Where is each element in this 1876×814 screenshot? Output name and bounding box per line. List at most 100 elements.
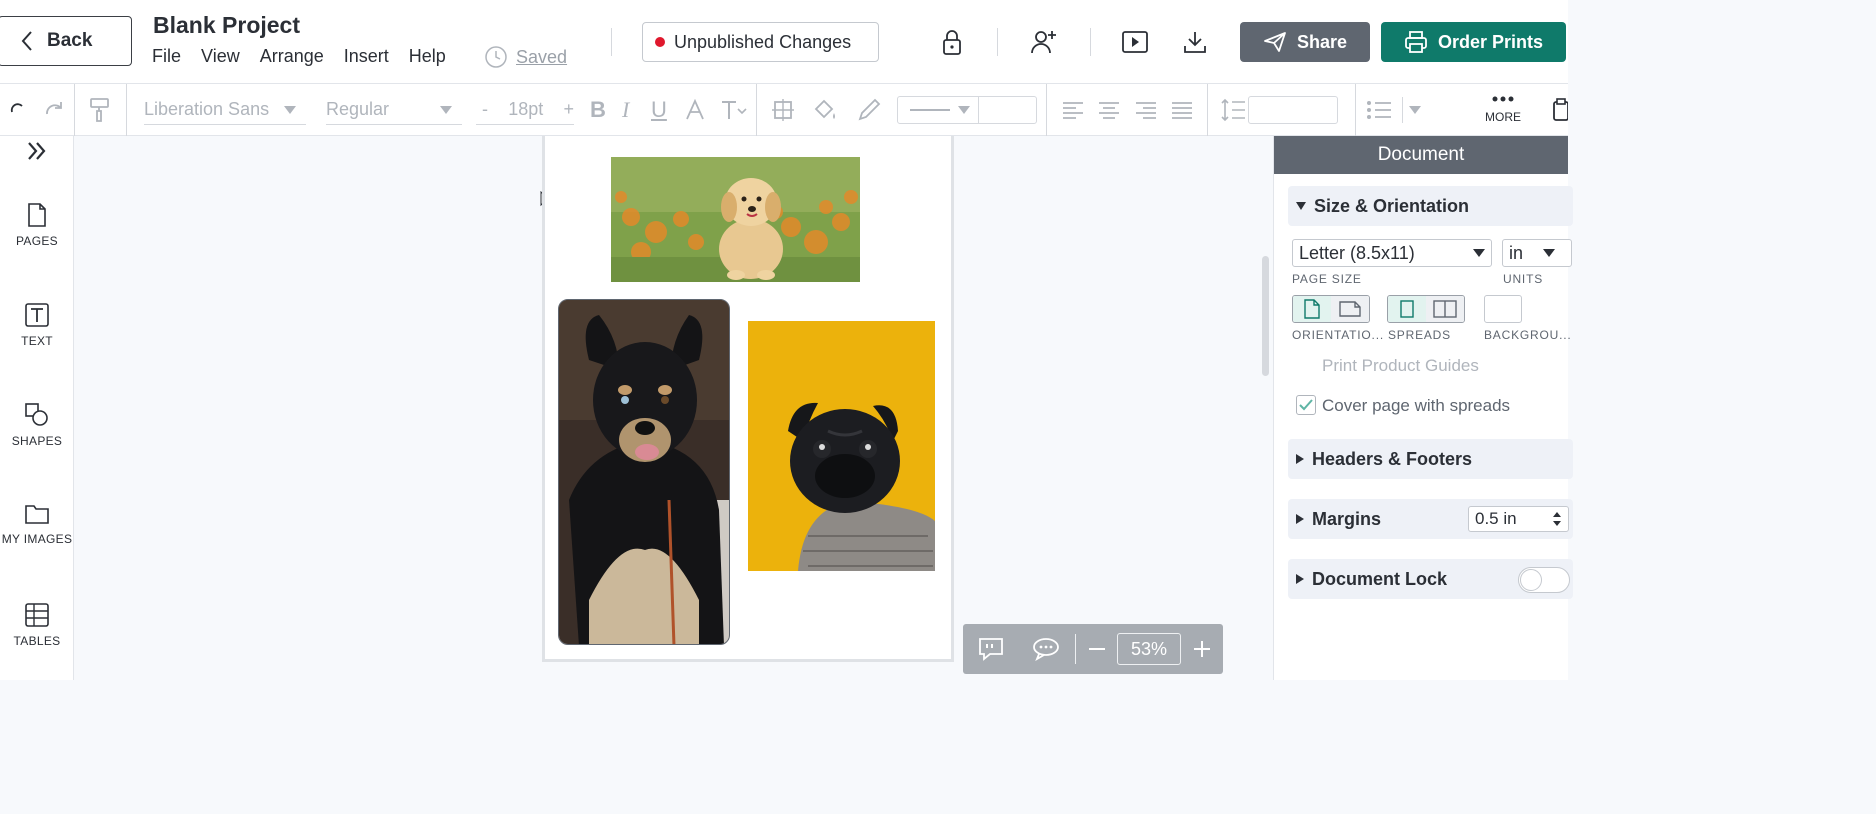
portrait-icon xyxy=(1304,299,1320,319)
cover-spreads-label: Cover page with spreads xyxy=(1322,396,1511,415)
underline-button[interactable]: U xyxy=(651,84,667,136)
line-height-icon[interactable] xyxy=(1220,84,1246,136)
project-title[interactable]: Blank Project xyxy=(153,12,300,39)
background-color-swatch[interactable] xyxy=(1484,295,1522,323)
font-weight-wrap: Regular xyxy=(326,84,462,136)
puppy-image[interactable] xyxy=(611,157,860,282)
font-size-value: 18pt xyxy=(508,99,544,119)
bullet-list-icon[interactable] xyxy=(1366,84,1392,136)
list-options-caret[interactable] xyxy=(1402,84,1421,136)
landscape-option[interactable] xyxy=(1331,296,1369,322)
line-height-input[interactable] xyxy=(1248,96,1338,124)
add-user-icon[interactable] xyxy=(1029,26,1059,58)
lock-icon[interactable] xyxy=(937,26,967,58)
back-button[interactable]: Back xyxy=(0,16,132,66)
comments-icon[interactable] xyxy=(1032,637,1060,661)
comment-quote-icon[interactable] xyxy=(978,637,1004,661)
present-icon[interactable] xyxy=(1120,26,1150,58)
align-center-icon[interactable] xyxy=(1098,84,1120,136)
increase-size-button[interactable]: + xyxy=(563,99,574,120)
italic-button[interactable]: I xyxy=(622,84,629,136)
top-bar: Back Blank Project File View Arrange Ins… xyxy=(0,0,1568,84)
headers-footers-section[interactable]: Headers & Footers xyxy=(1288,439,1573,479)
spread-option[interactable] xyxy=(1426,296,1464,322)
expand-sidebar-button[interactable] xyxy=(0,140,74,168)
section-heading: Headers & Footers xyxy=(1312,448,1473,469)
undo-icon[interactable] xyxy=(8,100,28,120)
caret-down-icon xyxy=(1409,106,1421,114)
menu-insert[interactable]: Insert xyxy=(344,46,389,67)
units-value: in xyxy=(1509,242,1524,263)
sidebar-item-my-images[interactable]: MY IMAGES xyxy=(0,502,74,546)
font-family-value: Liberation Sans xyxy=(144,99,270,119)
pug-image[interactable] xyxy=(748,321,935,571)
fill-color-icon[interactable] xyxy=(812,84,838,136)
stroke-color-icon[interactable] xyxy=(856,84,882,136)
share-label: Share xyxy=(1296,31,1348,52)
zoom-in-icon[interactable] xyxy=(1192,639,1212,659)
sidebar-item-text[interactable]: TEXT xyxy=(0,302,74,348)
caret-down-icon xyxy=(1473,249,1485,257)
unpublished-changes-button[interactable]: Unpublished Changes xyxy=(642,22,879,62)
text-color-icon[interactable] xyxy=(684,84,706,136)
font-family-select[interactable]: Liberation Sans xyxy=(144,95,306,125)
portrait-option[interactable] xyxy=(1293,296,1331,322)
orientation-toggle xyxy=(1292,295,1370,323)
document-lock-toggle[interactable] xyxy=(1518,567,1570,593)
units-label: UNITS xyxy=(1503,272,1543,286)
canvas-area[interactable]: 53% xyxy=(74,136,1273,680)
landscape-icon xyxy=(1339,301,1361,317)
shepherd-dog-image[interactable] xyxy=(558,299,730,645)
format-painter-icon[interactable] xyxy=(88,84,112,136)
units-select[interactable]: in xyxy=(1502,239,1572,267)
print-product-guides[interactable]: Print Product Guides xyxy=(1322,356,1479,376)
menu-arrange[interactable]: Arrange xyxy=(260,46,324,67)
clipboard-icon[interactable] xyxy=(1552,84,1568,136)
crop-icon[interactable] xyxy=(771,84,795,136)
divider xyxy=(1355,84,1356,136)
download-icon[interactable] xyxy=(1180,26,1210,58)
redo-icon[interactable] xyxy=(43,100,67,120)
margins-stepper[interactable]: 0.5 in xyxy=(1468,506,1569,532)
background-label: BACKGROU... xyxy=(1484,328,1572,342)
line-style-select[interactable] xyxy=(897,96,1037,124)
line-style-wrap xyxy=(897,84,1037,136)
order-prints-button[interactable]: Order Prints xyxy=(1381,22,1566,62)
font-weight-select[interactable]: Regular xyxy=(326,95,462,125)
document-page[interactable] xyxy=(542,136,954,662)
menu-help[interactable]: Help xyxy=(409,46,446,67)
menu-file[interactable]: File xyxy=(152,46,181,67)
align-justify-icon[interactable] xyxy=(1171,84,1193,136)
text-icon xyxy=(25,303,49,327)
sidebar-label: TABLES xyxy=(13,634,61,648)
saved-status[interactable]: Saved xyxy=(484,45,567,69)
caret-down-icon xyxy=(440,105,452,114)
size-orientation-section[interactable]: Size & Orientation xyxy=(1288,186,1573,226)
sidebar-item-pages[interactable]: PAGES xyxy=(0,202,74,248)
page-size-select[interactable]: Letter (8.5x11) xyxy=(1292,239,1492,267)
text-style-icon[interactable] xyxy=(720,84,748,136)
zoom-out-icon[interactable] xyxy=(1087,639,1107,659)
align-right-icon[interactable] xyxy=(1135,84,1157,136)
sidebar-label: MY IMAGES xyxy=(1,532,73,546)
page-icon xyxy=(28,203,46,227)
table-icon xyxy=(25,603,49,627)
align-left-icon[interactable] xyxy=(1062,84,1084,136)
zoom-level[interactable]: 53% xyxy=(1117,633,1181,665)
decrease-size-button[interactable]: - xyxy=(476,99,488,120)
font-size-stepper[interactable]: - 18pt + xyxy=(476,95,574,125)
sidebar-item-shapes[interactable]: SHAPES xyxy=(0,402,74,448)
single-page-option[interactable] xyxy=(1388,296,1426,322)
more-button[interactable]: MORE xyxy=(1478,84,1528,136)
bold-button[interactable]: B xyxy=(590,84,606,136)
sidebar-item-tables[interactable]: TABLES xyxy=(0,602,74,648)
canvas-scrollbar[interactable] xyxy=(1262,256,1269,376)
cover-spreads-checkbox[interactable] xyxy=(1296,395,1316,415)
share-button[interactable]: Share xyxy=(1240,22,1370,62)
caret-down-icon xyxy=(284,105,296,114)
spreads-toggle xyxy=(1387,295,1465,323)
panel-title: Document xyxy=(1274,136,1568,174)
sidebar-label: PAGES xyxy=(16,234,58,248)
stepper-arrows-icon[interactable] xyxy=(1552,510,1562,528)
menu-view[interactable]: View xyxy=(201,46,240,67)
